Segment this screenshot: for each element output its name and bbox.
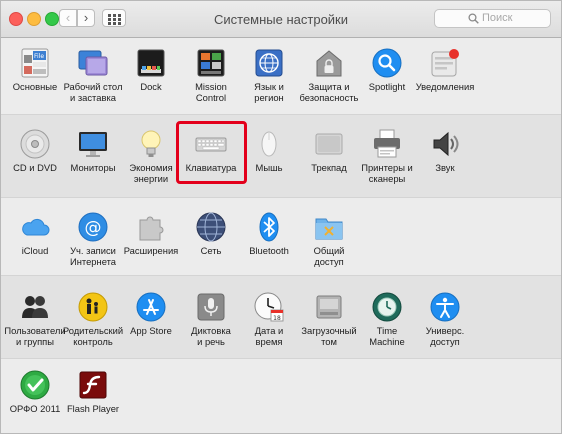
printer-icon: [374, 129, 400, 158]
dictation-icon: [197, 293, 225, 321]
accessibility-icon: [430, 292, 460, 322]
mission-control-icon: [197, 49, 225, 77]
users-icon: [22, 296, 48, 318]
title-bar: ‹ › Системные настройки Поиск: [1, 1, 561, 38]
time-machine-icon: [372, 292, 402, 322]
energy-icon: [141, 130, 161, 157]
pref-label: Универс. доступ: [425, 325, 465, 347]
pref-label: Flash Player: [66, 403, 120, 414]
dock-icon: [137, 49, 165, 77]
icloud-icon: [22, 218, 50, 236]
date-time-icon: 18: [254, 292, 284, 322]
row-system: Пользователи и группы Родительский контр…: [1, 275, 561, 359]
cd-dvd-icon: [20, 129, 50, 159]
pref-label: Уведомления: [415, 81, 475, 92]
network-icon: [196, 212, 226, 242]
parental-control-icon: [78, 292, 108, 322]
sharing-icon: [315, 218, 343, 240]
monitor-icon: [79, 132, 107, 157]
selection-highlight: [176, 121, 247, 184]
bluetooth-icon: [259, 212, 279, 242]
mouse-icon: [261, 131, 277, 157]
row-other: ОРФО 2011 Flash Player: [1, 359, 561, 433]
svg-text:@: @: [85, 218, 102, 238]
svg-text:File: File: [34, 53, 44, 60]
security-icon: [316, 50, 342, 77]
startup-disk-icon: [316, 295, 342, 319]
orfo-icon: [20, 370, 50, 400]
extensions-icon: [139, 216, 164, 241]
search-input[interactable]: Поиск: [434, 9, 551, 28]
system-preferences-window: ‹ › Системные настройки Поиск File Основ…: [0, 0, 562, 434]
row-hardware: CD и DVD Мониторы Экономия энергии Клави…: [1, 114, 561, 198]
pref-label: Звук: [435, 162, 455, 173]
trackpad-icon: [315, 133, 343, 155]
app-store-icon: [136, 292, 166, 322]
notifications-icon: [431, 49, 459, 77]
pref-label: Общий доступ: [313, 245, 345, 267]
general-icon: File: [21, 48, 49, 78]
svg-text:18: 18: [273, 315, 281, 322]
language-icon: [255, 49, 283, 77]
desktop-icon: [78, 50, 108, 76]
row-internet: iCloud @ Уч. записи Интернета Расширения…: [1, 198, 561, 278]
internet-accounts-icon: @: [78, 212, 108, 242]
search-icon: [468, 13, 479, 24]
spotlight-icon: [372, 48, 402, 78]
sound-icon: [433, 131, 459, 157]
search-placeholder: Поиск: [482, 12, 513, 24]
row-personal: File Основные Рабочий стол и заставка Do…: [1, 37, 561, 117]
flash-player-icon: [79, 371, 107, 399]
